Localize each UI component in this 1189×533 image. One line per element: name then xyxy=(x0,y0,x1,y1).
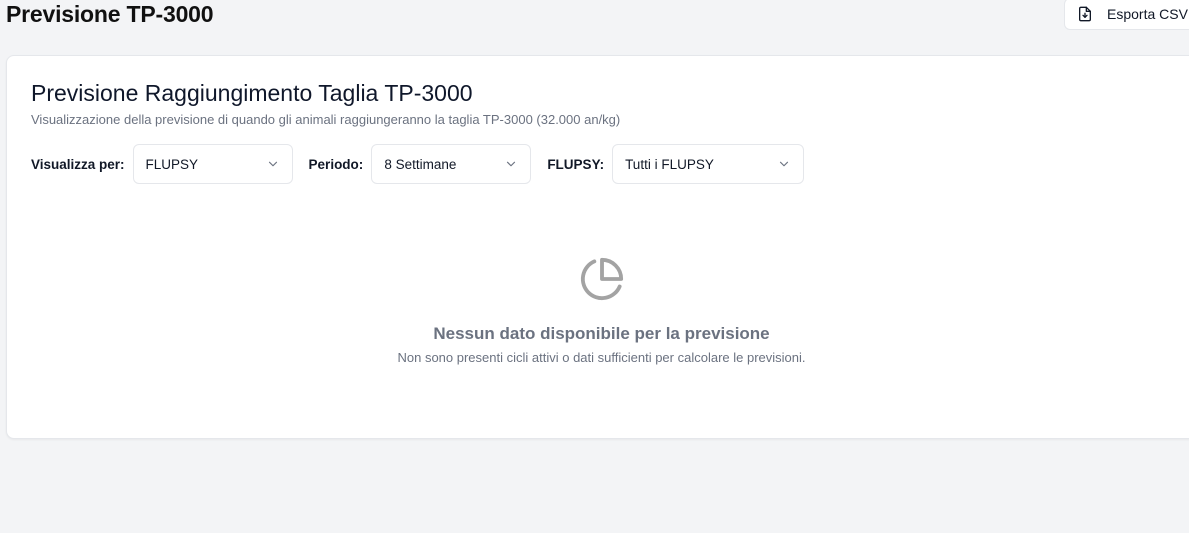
pie-chart-icon xyxy=(579,256,625,302)
view-by-label: Visualizza per: xyxy=(31,156,125,172)
flupsy-select[interactable]: Tutti i FLUPSY xyxy=(612,144,805,184)
card-subtitle: Visualizzazione della previsione di quan… xyxy=(31,112,621,127)
chevron-down-icon xyxy=(266,157,280,171)
period-label: Periodo: xyxy=(308,156,364,172)
file-download-icon xyxy=(1077,6,1093,22)
empty-state-description: Non sono presenti cicli attivi o dati su… xyxy=(397,350,806,365)
flupsy-value: Tutti i FLUPSY xyxy=(625,156,714,172)
view-by-value: FLUPSY xyxy=(145,156,199,172)
export-csv-button[interactable]: Esporta CSV xyxy=(1064,0,1189,30)
period-select[interactable]: 8 Settimane xyxy=(371,144,532,184)
filters-bar: Visualizza per: FLUPSY Periodo: 8 Settim… xyxy=(31,144,805,184)
chevron-down-icon xyxy=(777,157,791,171)
flupsy-label: FLUPSY: xyxy=(547,156,605,172)
chevron-down-icon xyxy=(504,157,518,171)
period-value: 8 Settimane xyxy=(384,156,457,172)
page-title: Previsione TP-3000 xyxy=(6,1,214,27)
card-title: Previsione Raggiungimento Taglia TP-3000 xyxy=(31,80,473,106)
empty-state-title: Nessun dato disponibile per la prevision… xyxy=(433,324,770,343)
forecast-card: Previsione Raggiungimento Taglia TP-3000… xyxy=(6,55,1189,439)
export-csv-label: Esporta CSV xyxy=(1107,6,1188,22)
view-by-select[interactable]: FLUPSY xyxy=(132,144,293,184)
